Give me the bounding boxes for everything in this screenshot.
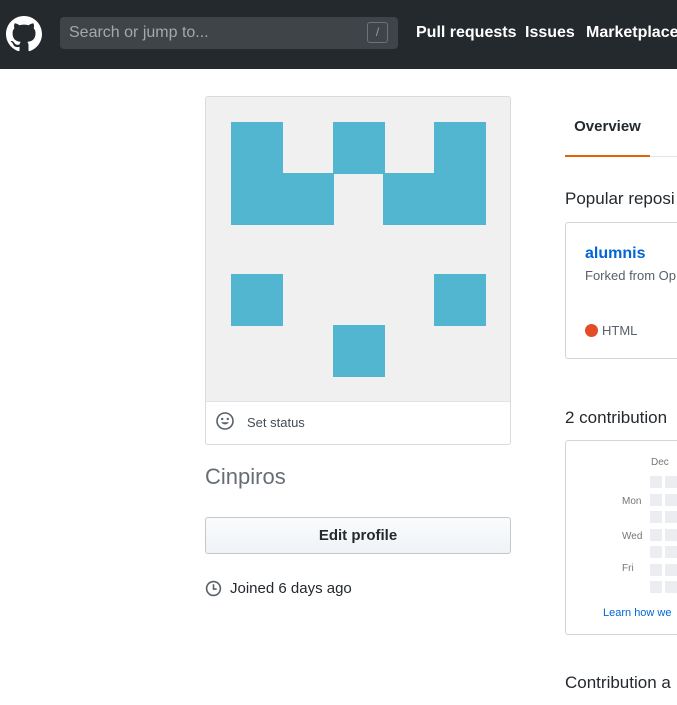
repo-card: alumnis Forked from Op HTML xyxy=(565,222,677,359)
header: Search or jump to... / Pull requests Iss… xyxy=(0,0,677,69)
contribution-day-cell[interactable] xyxy=(665,581,677,593)
repo-language: HTML xyxy=(602,323,638,338)
contribution-day-cell[interactable] xyxy=(650,581,662,593)
search-input[interactable]: Search or jump to... / xyxy=(60,17,398,49)
identicon-block xyxy=(282,173,334,225)
tab-overview-label: Overview xyxy=(574,118,641,135)
learn-how-link[interactable]: Learn how we xyxy=(603,607,672,619)
month-label: Dec xyxy=(651,457,669,468)
clock-icon xyxy=(205,580,222,597)
contribution-day-cell[interactable] xyxy=(665,528,677,541)
identicon-image xyxy=(231,122,486,377)
identicon-block xyxy=(383,173,435,225)
github-logo-icon[interactable] xyxy=(6,16,42,52)
repo-name-link[interactable]: alumnis xyxy=(585,245,645,263)
identicon-block xyxy=(231,173,283,225)
contributions-title: 2 contribution xyxy=(565,408,668,427)
language-color-dot xyxy=(585,324,598,337)
edit-profile-button[interactable]: Edit profile xyxy=(205,517,511,554)
contribution-day-cell[interactable] xyxy=(665,493,677,506)
tab-overview[interactable]: Overview xyxy=(565,117,650,157)
profile-username: Cinpiros xyxy=(205,464,286,489)
contribution-day-cell[interactable] xyxy=(650,528,662,541)
set-status-label: Set status xyxy=(247,415,305,430)
identicon-block xyxy=(333,325,385,377)
day-label-wed: Wed xyxy=(622,531,643,542)
identicon-block xyxy=(231,274,283,326)
search-shortcut-key: / xyxy=(367,22,388,43)
nav-issues[interactable]: Issues xyxy=(525,24,575,42)
identicon-block xyxy=(434,173,486,225)
joined-date: Joined 6 days ago xyxy=(230,580,352,597)
avatar[interactable] xyxy=(206,97,510,401)
set-status-button[interactable]: Set status xyxy=(206,401,510,444)
contribution-activity-title: Contribution a xyxy=(565,673,671,692)
day-label-mon: Mon xyxy=(622,496,642,507)
contribution-day-cell[interactable] xyxy=(650,563,662,576)
contribution-day-cell[interactable] xyxy=(650,546,662,558)
repo-fork-text: Forked from Op xyxy=(585,268,677,283)
identicon-block xyxy=(231,122,283,174)
contribution-day-cell[interactable] xyxy=(650,493,662,506)
identicon-block xyxy=(434,122,486,174)
contribution-day-cell[interactable] xyxy=(650,511,662,523)
popular-repositories-title: Popular reposi xyxy=(565,189,675,208)
avatar-card: Set status xyxy=(205,96,511,445)
contribution-day-cell[interactable] xyxy=(650,476,662,488)
identicon-block xyxy=(333,122,385,174)
contribution-graph: Dec Mon Wed Fri Learn how we xyxy=(565,440,677,635)
day-label-fri: Fri xyxy=(622,563,634,574)
contribution-day-cell[interactable] xyxy=(665,563,677,576)
search-placeholder: Search or jump to... xyxy=(69,24,209,41)
contribution-day-cell[interactable] xyxy=(665,476,677,488)
smiley-icon xyxy=(216,412,234,430)
contribution-day-cell[interactable] xyxy=(665,511,677,523)
nav-marketplace[interactable]: Marketplace xyxy=(586,24,677,42)
nav-pull-requests[interactable]: Pull requests xyxy=(416,24,516,42)
contribution-day-cell[interactable] xyxy=(665,546,677,558)
identicon-block xyxy=(434,274,486,326)
